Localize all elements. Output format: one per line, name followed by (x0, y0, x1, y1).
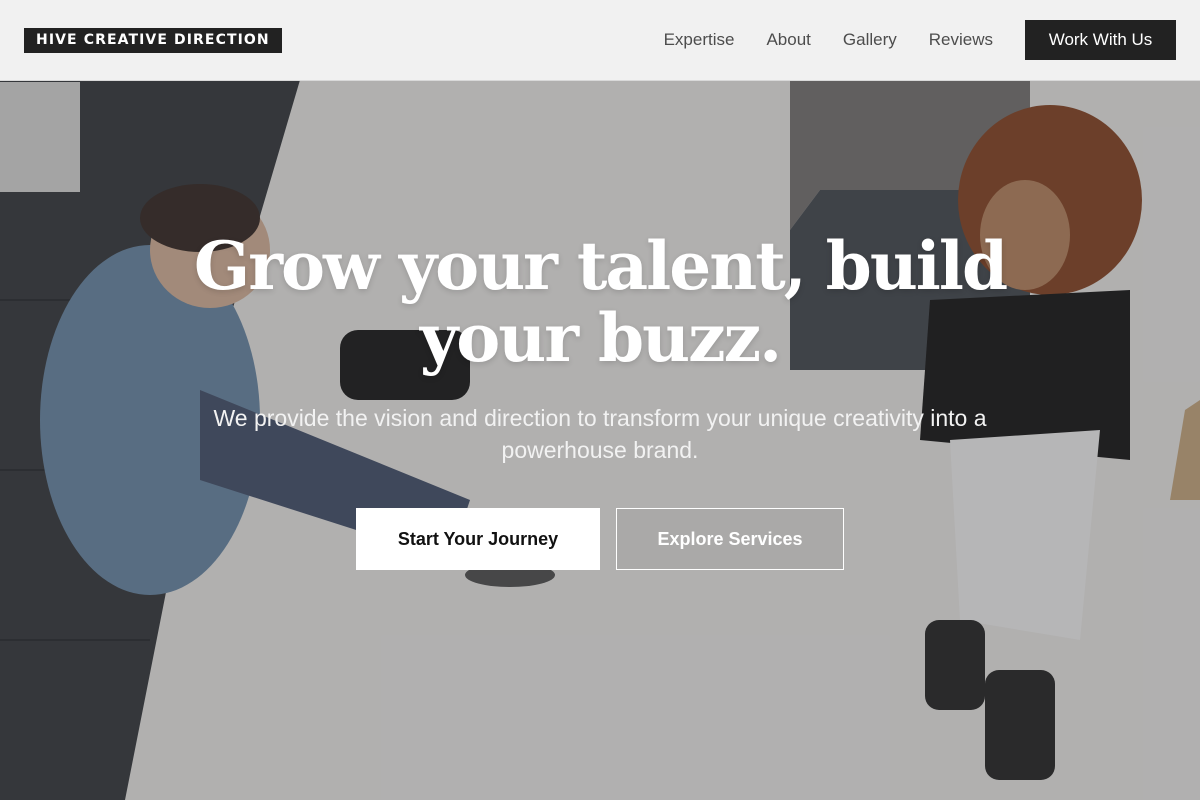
start-journey-button[interactable]: Start Your Journey (356, 508, 600, 570)
main-nav: Expertise About Gallery Reviews Work Wit… (632, 20, 1176, 60)
nav-link-gallery[interactable]: Gallery (843, 30, 897, 50)
hero-title: Grow your talent, build your buzz. (193, 227, 1008, 377)
explore-services-button[interactable]: Explore Services (616, 508, 844, 570)
site-header: HIVE CREATIVE DIRECTION Expertise About … (0, 0, 1200, 81)
hero-actions: Start Your Journey Explore Services (0, 508, 1200, 570)
work-with-us-button[interactable]: Work With Us (1025, 20, 1176, 60)
brand-logo[interactable]: HIVE CREATIVE DIRECTION (24, 27, 282, 53)
hero-section: Grow your talent, build your buzz. We pr… (0, 230, 1200, 570)
landing-page: HIVE CREATIVE DIRECTION Expertise About … (0, 0, 1200, 800)
hero-subtitle: We provide the vision and direction to t… (213, 405, 987, 463)
nav-link-reviews[interactable]: Reviews (929, 30, 993, 50)
nav-link-about[interactable]: About (766, 30, 810, 50)
nav-link-expertise[interactable]: Expertise (664, 30, 735, 50)
